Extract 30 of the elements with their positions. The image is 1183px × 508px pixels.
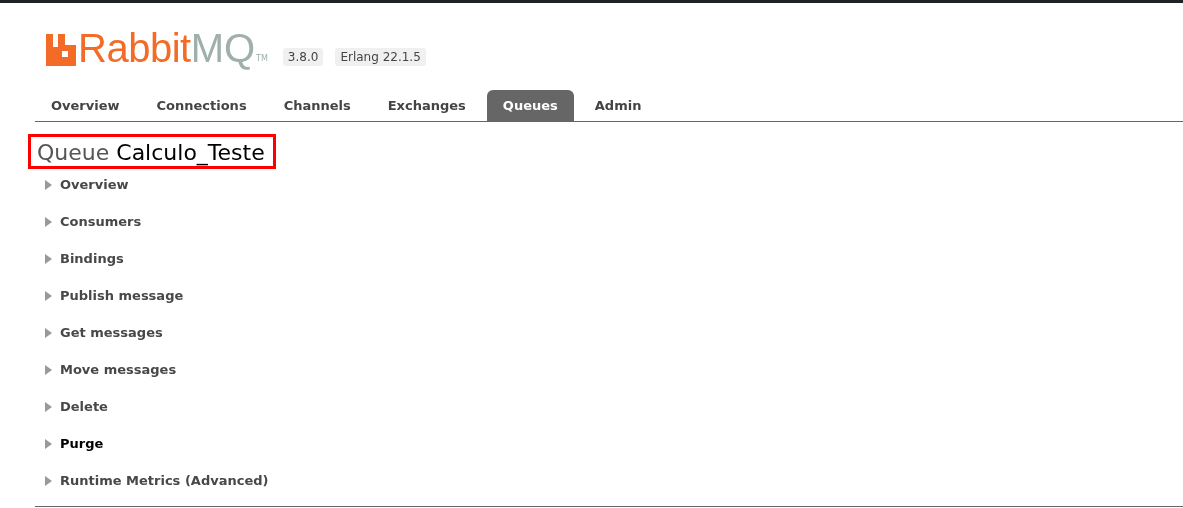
version-badge: 3.8.0	[282, 48, 324, 66]
expand-arrow-icon[interactable]	[45, 475, 52, 486]
section-toggle[interactable]: Runtime Metrics (Advanced)	[60, 473, 269, 488]
section-toggle[interactable]: Delete	[60, 399, 108, 414]
expand-arrow-icon[interactable]	[45, 216, 52, 227]
section-toggle[interactable]: Overview	[60, 177, 129, 192]
section-toggle[interactable]: Get messages	[60, 325, 163, 340]
trademark-mark: TM	[256, 54, 268, 63]
expand-arrow-icon[interactable]	[45, 253, 52, 264]
page-title: Queue Calculo_Teste	[28, 134, 276, 169]
section-toggle[interactable]: Bindings	[60, 251, 124, 266]
nav-tab[interactable]: Exchanges	[371, 90, 482, 121]
expand-arrow-icon[interactable]	[45, 364, 52, 375]
section-toggle[interactable]: Purge	[60, 436, 104, 451]
section-toggle[interactable]: Move messages	[60, 362, 177, 377]
section-toggle[interactable]: Consumers	[60, 214, 142, 229]
nav-tab[interactable]: Overview	[35, 90, 136, 121]
version-badge: Erlang 22.1.5	[335, 48, 426, 66]
expand-arrow-icon[interactable]	[45, 179, 52, 190]
nav-tab[interactable]: Channels	[267, 90, 367, 121]
expand-arrow-icon[interactable]	[45, 401, 52, 412]
nav-tab[interactable]: Admin	[578, 90, 658, 121]
logo-icon	[46, 34, 76, 66]
nav-tab[interactable]: Queues	[486, 90, 574, 121]
expand-arrow-icon[interactable]	[45, 290, 52, 301]
nav-tab[interactable]: Connections	[140, 90, 263, 121]
expand-arrow-icon[interactable]	[45, 438, 52, 449]
expand-arrow-icon[interactable]	[45, 327, 52, 338]
section-toggle[interactable]: Publish message	[60, 288, 184, 303]
logo-text: Rabbit	[78, 30, 191, 66]
